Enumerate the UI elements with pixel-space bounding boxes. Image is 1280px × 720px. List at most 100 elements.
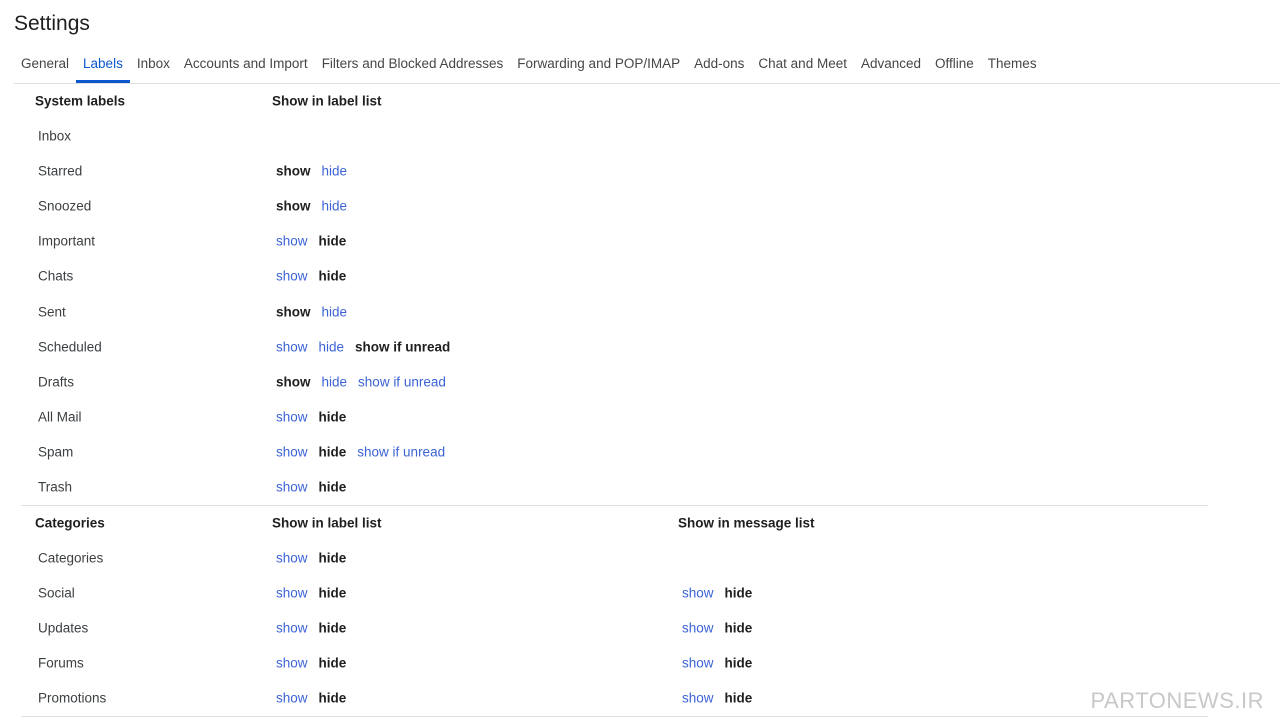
tab-themes[interactable]: Themes <box>981 50 1044 83</box>
label-chats-name: Chats <box>38 268 74 284</box>
label-drafts-show-if-unread-option[interactable]: show if unread <box>358 374 446 389</box>
category-promotions-show-option[interactable]: show <box>276 691 308 706</box>
label-scheduled-name: Scheduled <box>38 339 102 355</box>
label-important-label-list-options: show hide <box>276 234 346 249</box>
system-labels-header-row: System labels Show in label list <box>21 84 1208 118</box>
category-updates-hide-option: hide <box>318 620 347 636</box>
system-labels-heading: System labels <box>35 93 126 109</box>
tab-filters-and-blocked-addresses[interactable]: Filters and Blocked Addresses <box>315 50 511 83</box>
label-scheduled-show-if-unread-option: show if unread <box>355 339 451 355</box>
label-starred-hide-option[interactable]: hide <box>322 163 348 178</box>
category-forums-show-option[interactable]: show <box>682 656 714 671</box>
category-forums-message-list-options: show hide <box>682 656 752 671</box>
label-spam-row: Spam show hide show if unread <box>21 435 1208 470</box>
category-categories-label-list-options: show hide <box>276 550 346 565</box>
label-sent-row: Sent show hide <box>21 294 1208 329</box>
category-forums-row: Forums show hide show hide <box>21 646 1208 681</box>
label-starred-label-list-options: show hide <box>276 163 347 178</box>
tab-labels[interactable]: Labels <box>76 50 130 83</box>
tab-accounts-and-import[interactable]: Accounts and Import <box>177 50 315 83</box>
label-trash-label-list-options: show hide <box>276 480 346 495</box>
category-categories-hide-option: hide <box>318 550 347 566</box>
label-spam-show-if-unread-option[interactable]: show if unread <box>357 445 445 460</box>
label-snoozed-label-list-options: show hide <box>276 198 347 213</box>
label-drafts-show-option: show <box>276 374 311 390</box>
category-forums-hide-option: hide <box>318 655 347 671</box>
tab-offline[interactable]: Offline <box>928 50 981 83</box>
label-chats-row: Chats show hide <box>21 259 1208 294</box>
tab-general[interactable]: General <box>14 50 76 83</box>
label-drafts-hide-option[interactable]: hide <box>322 374 348 389</box>
category-promotions-row: Promotions show hide show hide <box>21 681 1208 716</box>
label-snoozed-show-option: show <box>276 198 311 214</box>
label-drafts-row: Drafts show hide show if unread <box>21 364 1208 399</box>
category-forums-show-option[interactable]: show <box>276 656 308 671</box>
label-all-mail-row: All Mail show hide <box>21 400 1208 435</box>
label-scheduled-hide-option[interactable]: hide <box>319 339 345 354</box>
page-title: Settings <box>14 12 90 35</box>
label-sent-label-list-options: show hide <box>276 304 347 319</box>
label-starred-row: Starred show hide <box>21 153 1208 188</box>
category-updates-row: Updates show hide show hide <box>21 610 1208 645</box>
label-inbox-row: Inbox <box>21 118 1208 153</box>
category-updates-show-option[interactable]: show <box>682 621 714 636</box>
label-all-mail-name: All Mail <box>38 409 82 425</box>
categories-section: Categories Show in label list Show in me… <box>21 506 1208 717</box>
show-in-label-list-heading: Show in label list <box>272 93 382 109</box>
category-promotions-name: Promotions <box>38 690 107 706</box>
tab-forwarding-and-pop-imap[interactable]: Forwarding and POP/IMAP <box>510 50 687 83</box>
category-forums-hide-option: hide <box>724 655 753 671</box>
label-trash-name: Trash <box>38 479 73 495</box>
label-important-hide-option: hide <box>318 233 347 249</box>
label-sent-show-option: show <box>276 304 311 320</box>
label-starred-show-option: show <box>276 163 311 179</box>
label-chats-show-option[interactable]: show <box>276 269 308 284</box>
category-updates-label-list-options: show hide <box>276 621 346 636</box>
label-chats-hide-option: hide <box>318 268 347 284</box>
label-sent-hide-option[interactable]: hide <box>322 304 348 319</box>
label-chats-label-list-options: show hide <box>276 269 346 284</box>
category-categories-row: Categories show hide <box>21 540 1208 575</box>
label-scheduled-row: Scheduled show hide show if unread <box>21 329 1208 364</box>
category-categories-show-option[interactable]: show <box>276 550 308 565</box>
label-important-row: Important show hide <box>21 224 1208 259</box>
category-social-show-option[interactable]: show <box>276 585 308 600</box>
label-snoozed-row: Snoozed show hide <box>21 188 1208 223</box>
label-scheduled-show-option[interactable]: show <box>276 339 308 354</box>
label-spam-label-list-options: show hide show if unread <box>276 445 445 460</box>
category-social-hide-option: hide <box>724 585 753 601</box>
category-promotions-message-list-options: show hide <box>682 691 752 706</box>
label-drafts-name: Drafts <box>38 374 75 390</box>
label-all-mail-hide-option: hide <box>318 409 347 425</box>
label-snoozed-hide-option[interactable]: hide <box>322 198 348 213</box>
tab-inbox[interactable]: Inbox <box>130 50 177 83</box>
label-trash-show-option[interactable]: show <box>276 480 308 495</box>
settings-tabs: General Labels Inbox Accounts and Import Fil… <box>14 50 1280 84</box>
label-scheduled-label-list-options: show hide show if unread <box>276 339 450 354</box>
category-promotions-hide-option: hide <box>318 690 347 706</box>
labels-settings: System labels Show in label list Inbox St… <box>21 84 1208 717</box>
label-spam-hide-option: hide <box>318 444 347 460</box>
label-inbox-name: Inbox <box>38 128 72 144</box>
label-all-mail-show-option[interactable]: show <box>276 410 308 425</box>
label-all-mail-label-list-options: show hide <box>276 410 346 425</box>
category-social-show-option[interactable]: show <box>682 585 714 600</box>
category-social-name: Social <box>38 585 75 601</box>
label-important-show-option[interactable]: show <box>276 234 308 249</box>
category-promotions-hide-option: hide <box>724 690 753 706</box>
tab-advanced[interactable]: Advanced <box>854 50 928 83</box>
category-promotions-show-option[interactable]: show <box>682 691 714 706</box>
tab-chat-and-meet[interactable]: Chat and Meet <box>751 50 854 83</box>
label-spam-name: Spam <box>38 444 74 460</box>
system-labels-section: System labels Show in label list Inbox St… <box>21 84 1208 507</box>
label-snoozed-name: Snoozed <box>38 198 92 214</box>
category-social-hide-option: hide <box>318 585 347 601</box>
label-spam-show-option[interactable]: show <box>276 445 308 460</box>
label-sent-name: Sent <box>38 304 66 320</box>
tab-add-ons[interactable]: Add-ons <box>687 50 751 83</box>
category-social-row: Social show hide show hide <box>21 575 1208 610</box>
category-updates-show-option[interactable]: show <box>276 621 308 636</box>
watermark: PARTONEWS.IR <box>1090 688 1264 713</box>
category-promotions-label-list-options: show hide <box>276 691 346 706</box>
categories-heading: Categories <box>35 515 105 531</box>
